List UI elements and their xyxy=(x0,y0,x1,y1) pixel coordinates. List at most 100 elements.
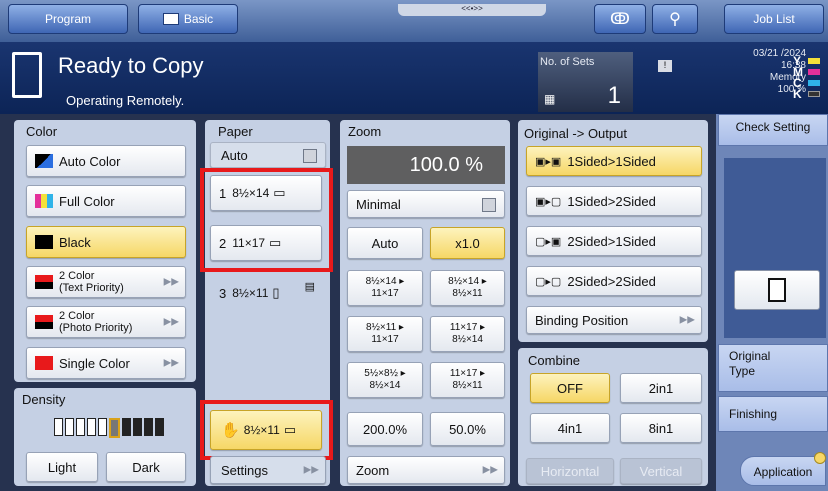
zoom-preset-to: 8½×14 xyxy=(369,380,401,391)
check-setting-label: Check Setting xyxy=(735,120,811,134)
horizontal-button: Horizontal xyxy=(526,458,614,484)
landscape-paper-icon: ▭ xyxy=(283,422,297,437)
toner-k: K xyxy=(793,87,802,101)
zoom-preset-from: 5½×8½ ▸ xyxy=(364,368,406,379)
zoom-settings-button[interactable]: Zoom ▶▶ xyxy=(347,456,505,484)
zoom-preset-from: 8½×11 ▸ xyxy=(366,322,404,333)
full-color-icon xyxy=(35,194,53,208)
density-step xyxy=(65,418,74,436)
single-color-label: Single Color xyxy=(59,355,130,371)
density-step xyxy=(144,418,153,436)
sets-label: No. of Sets xyxy=(540,56,595,68)
duplex-2-2-button[interactable]: ▢▸▢ 2Sided>2Sided xyxy=(526,266,702,296)
zoom-x1-button[interactable]: x1.0 xyxy=(430,227,505,259)
paper-auto-button[interactable]: Auto xyxy=(210,142,326,168)
black-button[interactable]: Black xyxy=(26,226,186,258)
auto-color-button[interactable]: Auto Color xyxy=(26,145,186,177)
sets-counter: No. of Sets ▦ 1 xyxy=(538,52,633,112)
application-button[interactable]: Application xyxy=(740,456,826,486)
toner-c-bar xyxy=(808,80,820,86)
tray-1-button[interactable]: 1 8½×14 ▭ xyxy=(210,175,322,211)
program-tab[interactable]: Program xyxy=(8,4,128,34)
page-preview-button[interactable] xyxy=(734,270,820,310)
vertical-label: Vertical xyxy=(639,463,683,479)
zoom-preset-button[interactable]: 11×17 ▸ 8½×14 xyxy=(430,316,505,352)
duplex-2-1-label: 2Sided>1Sided xyxy=(567,233,656,249)
sets-value: 1 xyxy=(607,82,621,109)
auto-color-icon xyxy=(35,154,53,168)
zoom-preset-button[interactable]: 8½×11 ▸ 11×17 xyxy=(347,316,423,352)
two-color-text-label: 2 Color (Text Priority) xyxy=(59,270,124,294)
zoom-50-button[interactable]: 50.0% xyxy=(430,412,505,446)
two-color-text-icon xyxy=(35,275,53,289)
density-scale[interactable] xyxy=(54,418,164,438)
zoom-preset-label: 11×17 ▸ 8½×14 xyxy=(450,322,485,346)
duplex-1-1-label: 1Sided>1Sided xyxy=(567,153,656,169)
minimal-label: Minimal xyxy=(356,196,401,212)
tray-3-number: 3 xyxy=(219,285,227,301)
tray-3-size: 8½×11 xyxy=(232,286,269,300)
density-step xyxy=(133,418,142,436)
checkbox-icon xyxy=(303,149,317,163)
preview-area xyxy=(724,158,826,338)
full-color-button[interactable]: Full Color xyxy=(26,185,186,217)
duplex-1-2-button[interactable]: ▣▸▢ 1Sided>2Sided xyxy=(526,186,702,216)
basic-tab[interactable]: Basic xyxy=(138,4,238,34)
center-pull-tab[interactable]: <<•>> xyxy=(398,4,546,16)
bypass-tray-button[interactable]: ✋ 8½×11 ▭ xyxy=(210,410,322,450)
binding-position-label: Binding Position xyxy=(535,312,629,328)
job-list-label: Job List xyxy=(753,12,795,26)
zoom-auto-button[interactable]: Auto xyxy=(347,227,423,259)
light-button[interactable]: Light xyxy=(26,452,98,482)
zoom-preset-to: 8½×14 xyxy=(452,334,483,345)
chevron-right-icon: ▶▶ xyxy=(163,316,179,328)
color-title: Color xyxy=(26,124,58,139)
document-icon xyxy=(768,278,786,302)
paper-settings-label: Settings xyxy=(221,462,268,478)
zoom-preset-to: 8½×11 xyxy=(452,380,483,391)
zoom-preset-label: 8½×11 ▸ 11×17 xyxy=(366,322,404,346)
status-subtitle: Operating Remotely. xyxy=(66,93,185,108)
zoom-200-button[interactable]: 200.0% xyxy=(347,412,423,446)
combine-4in1-button[interactable]: 4in1 xyxy=(530,413,610,443)
zoom-200-label: 200.0% xyxy=(362,421,408,437)
zoom-preset-to: 8½×11 xyxy=(452,288,483,299)
tray-3-button[interactable]: 3 8½×11 ▯ ▤ xyxy=(210,275,322,311)
checkbox-icon xyxy=(482,198,496,212)
single-color-button[interactable]: Single Color ▶▶ xyxy=(26,347,186,379)
finishing-button[interactable]: Finishing xyxy=(718,396,828,432)
two-color-photo-line2: (Photo Priority) xyxy=(59,322,133,334)
minimal-button[interactable]: Minimal xyxy=(347,190,505,218)
check-setting-button[interactable]: Check Setting xyxy=(718,114,828,146)
basic-icon xyxy=(162,13,179,25)
original-type-button[interactable]: Original Type xyxy=(718,344,828,392)
combine-off-button[interactable]: OFF xyxy=(530,373,610,403)
job-list-button[interactable]: Job List xyxy=(724,4,824,34)
binding-position-button[interactable]: Binding Position ▶▶ xyxy=(526,306,702,334)
paper-settings-button[interactable]: Settings ▶▶ xyxy=(210,456,326,484)
zoom-preset-from: 8½×14 ▸ xyxy=(448,276,487,287)
zoom-preset-button[interactable]: 8½×14 ▸ 11×17 xyxy=(347,270,423,306)
zoom-preset-button[interactable]: 5½×8½ ▸ 8½×14 xyxy=(347,362,423,398)
wireless-icon[interactable]: ↂ xyxy=(594,4,646,34)
combine-2in1-button[interactable]: 2in1 xyxy=(620,373,702,403)
zoom-preset-button[interactable]: 11×17 ▸ 8½×11 xyxy=(430,362,505,398)
vertical-button: Vertical xyxy=(620,458,702,484)
zoom-preset-button[interactable]: 8½×14 ▸ 8½×11 xyxy=(430,270,505,306)
search-icon[interactable]: ⚲ xyxy=(652,4,698,34)
dark-button[interactable]: Dark xyxy=(106,452,186,482)
black-label: Black xyxy=(59,234,91,250)
zoom-x1-label: x1.0 xyxy=(455,235,480,251)
full-color-label: Full Color xyxy=(59,193,115,209)
duplex-2-1-button[interactable]: ▢▸▣ 2Sided>1Sided xyxy=(526,226,702,256)
combine-8in1-button[interactable]: 8in1 xyxy=(620,413,702,443)
duplex-2-1-icon: ▢▸▣ xyxy=(535,235,562,248)
zoom-preset-from: 8½×14 ▸ xyxy=(365,276,405,287)
duplex-1-1-button[interactable]: ▣▸▣ 1Sided>1Sided xyxy=(526,146,702,176)
two-color-text-button[interactable]: 2 Color (Text Priority) ▶▶ xyxy=(26,266,186,298)
chevron-right-icon: ▶▶ xyxy=(679,314,695,326)
two-color-text-line1: 2 Color xyxy=(59,270,95,282)
two-color-photo-button[interactable]: 2 Color (Photo Priority) ▶▶ xyxy=(26,306,186,338)
tray-2-button[interactable]: 2 11×17 ▭ xyxy=(210,225,322,261)
application-label: Application xyxy=(753,465,813,479)
